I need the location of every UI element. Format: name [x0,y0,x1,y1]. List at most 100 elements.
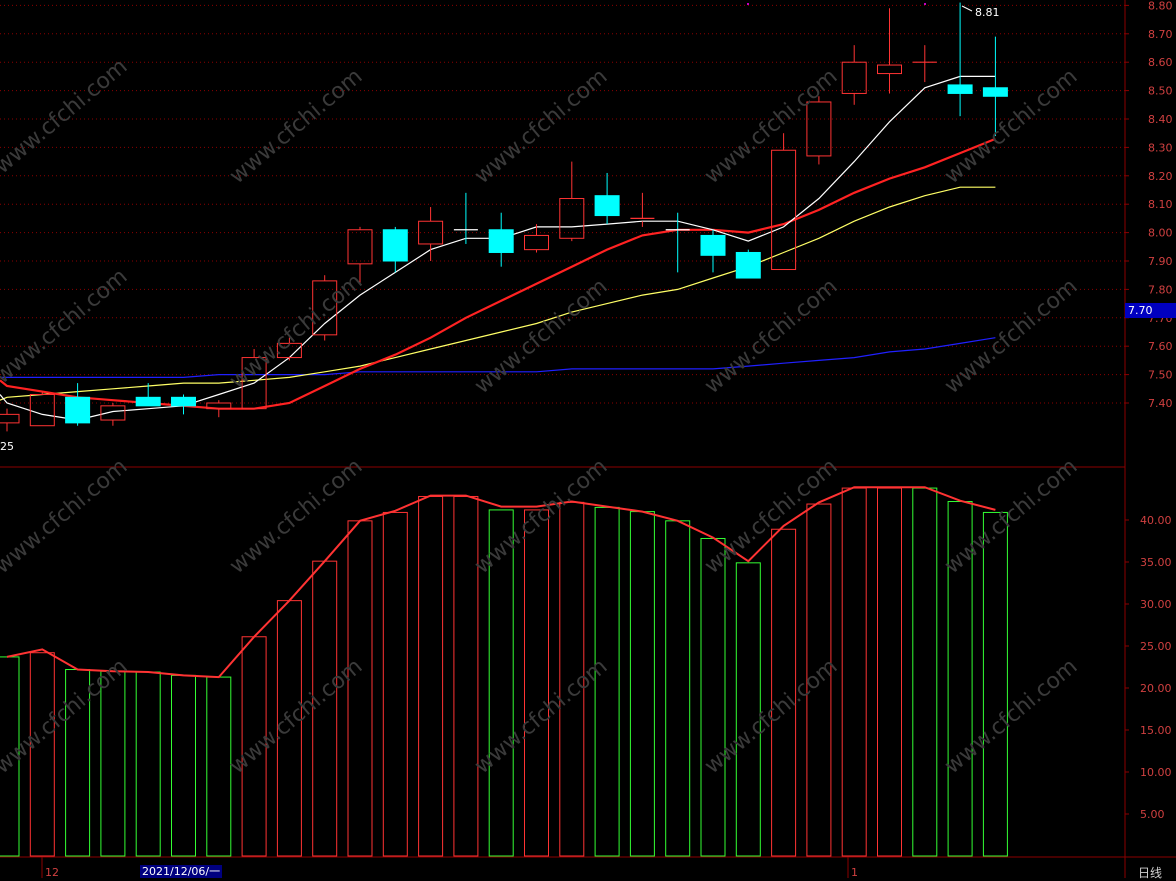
volume-tick-label: 40.00 [1140,514,1172,527]
candle-body [65,396,91,424]
candle [488,212,514,267]
candle [418,207,444,261]
price-tick-label: 7.60 [1148,340,1173,353]
candle [29,391,55,427]
price-tick-label: 7.40 [1148,397,1173,410]
volume-bar [171,674,196,857]
volume-bar [135,671,161,857]
volume-bar [629,511,655,857]
volume-tick-label: 35.00 [1140,556,1172,569]
candle [735,249,761,279]
volume-bar [947,501,973,857]
volume-bar [65,669,91,857]
candle [206,400,232,418]
candle [806,96,832,165]
candle [982,36,1008,137]
volume-tick-label: 5.00 [1140,808,1165,821]
volume-bar [418,495,444,857]
volume-bar [453,495,479,857]
candle [524,224,549,253]
top-dot [924,3,926,5]
candle [453,192,478,244]
candle-body [806,101,832,157]
candle-body [700,234,726,256]
high-marker-pointer [961,5,973,12]
candle-body [771,149,797,271]
price-tick-label: 7.50 [1148,369,1173,382]
volume-bar [700,537,726,857]
period-label[interactable]: 日线 [1138,864,1162,881]
volume-average-line [6,486,996,679]
volume-bar [594,506,620,857]
candle [241,349,267,410]
candle-body [524,234,549,251]
candle-body [135,396,161,407]
volume-tick-label: 30.00 [1140,598,1172,611]
candle [347,226,373,284]
candle-body [735,251,761,279]
candle-body [29,393,55,427]
volume-bar [559,501,585,857]
price-tick-label: 8.20 [1148,170,1173,183]
stock-chart[interactable]: 8.80 8.70 8.60 8.50 8.40 8.30 8.20 8.10 8.00 7.90… [0,0,1176,878]
top-dot [747,3,749,5]
price-tick-label: 8.70 [1148,28,1173,41]
volume-bar [771,528,797,857]
candle-body [347,229,373,265]
price-tick-label: 8.10 [1148,198,1173,211]
candle-body [488,229,514,253]
x-label-month: 12 [45,866,59,878]
volume-bar [241,636,267,857]
price-tick-label: 8.30 [1148,141,1173,154]
candle [171,394,196,415]
candle-body [982,87,1008,97]
volume-bar [206,676,232,857]
candle [594,172,620,225]
candle [877,8,902,94]
volume-tick-label: 15.00 [1140,724,1172,737]
price-tick-label: 8.00 [1148,227,1173,240]
volume-bar [982,511,1008,857]
volume-bar [347,520,373,857]
x-label-next: 1 [851,866,858,878]
volume-bar [665,520,691,857]
volume-bar [841,487,867,857]
volume-tick-label: 20.00 [1140,682,1172,695]
candle-body [594,195,620,217]
ma20-line [0,186,996,401]
volume-bar [488,509,514,857]
candle-body [877,64,902,75]
volume-bar [100,670,126,857]
candle [841,45,867,105]
candle-body [0,413,20,424]
price-tick-label: 7.80 [1148,283,1173,296]
candle-body [171,396,196,407]
volume-bar [276,600,302,857]
candle-body [947,84,973,94]
ma10-line [0,137,996,410]
price-tick-label: 8.40 [1148,113,1173,126]
candle-body [418,220,444,245]
candle-body [276,342,302,359]
volume-tick-label: 10.00 [1140,766,1172,779]
low-marker-label: 25 [0,440,14,453]
volume-bar [312,560,338,857]
volume-bar [382,511,408,857]
candle-body [841,61,867,94]
volume-bar [0,656,20,857]
candle [312,275,338,341]
candle [912,45,937,83]
volume-bar [877,487,902,857]
volume-bar [912,487,938,857]
volume-bar [806,503,832,857]
volume-bar [524,509,549,857]
candle [0,408,20,432]
price-tick-label: 8.50 [1148,85,1173,98]
candle [382,226,408,273]
volume-tick-label: 25.00 [1140,640,1172,653]
current-price-tag: 7.70 [1125,303,1176,318]
volume-bar [735,562,761,857]
candle-body [382,229,408,262]
candle [559,161,585,242]
candle [700,229,726,273]
